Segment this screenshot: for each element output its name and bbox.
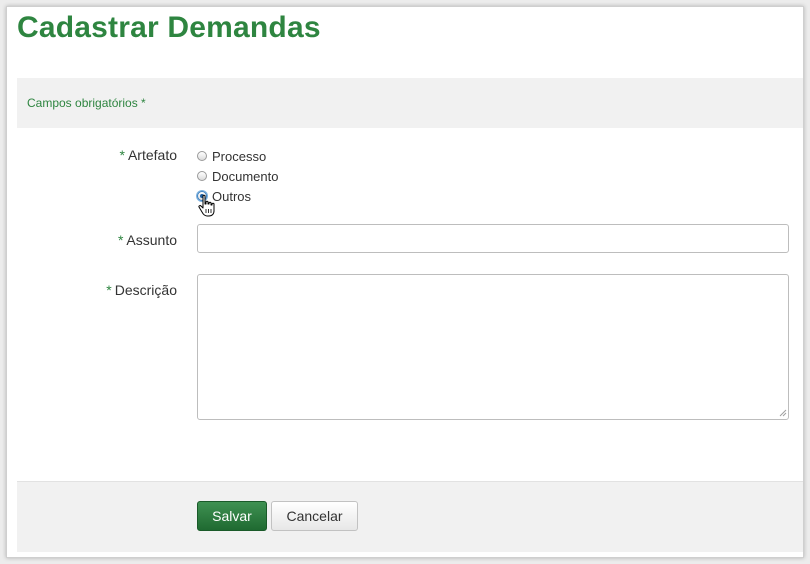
form-window: Cadastrar Demandas Campos obrigatórios *… [6, 6, 804, 558]
radio-option-documento[interactable]: Documento [197, 167, 278, 185]
descricao-textarea[interactable] [197, 274, 789, 420]
required-fields-bar: Campos obrigatórios * [17, 78, 803, 128]
required-marker: * [106, 282, 112, 298]
resize-grip-icon[interactable] [778, 408, 787, 417]
required-marker: * [119, 147, 125, 163]
radio-label-outros: Outros [212, 188, 252, 204]
artefato-label: * Artefato [119, 147, 177, 163]
radio-option-processo[interactable]: Processo [197, 147, 266, 165]
radio-button-processo[interactable] [197, 151, 207, 161]
page-title: Cadastrar Demandas [17, 11, 321, 44]
cancel-button[interactable]: Cancelar [271, 501, 358, 531]
required-marker: * [117, 232, 124, 248]
radio-label-documento: Documento [212, 168, 279, 184]
radio-label-processo: Processo [212, 148, 267, 164]
assunto-label: * Assunto [117, 232, 177, 248]
required-fields-note: Campos obrigatórios * [27, 96, 146, 110]
descricao-label: * Descrição [106, 282, 177, 298]
radio-button-documento[interactable] [197, 171, 207, 181]
assunto-input[interactable] [197, 224, 789, 253]
form-actions-bar: Salvar Cancelar [17, 481, 803, 552]
hand-pointer-icon [198, 194, 215, 217]
save-button[interactable]: Salvar [197, 501, 267, 531]
